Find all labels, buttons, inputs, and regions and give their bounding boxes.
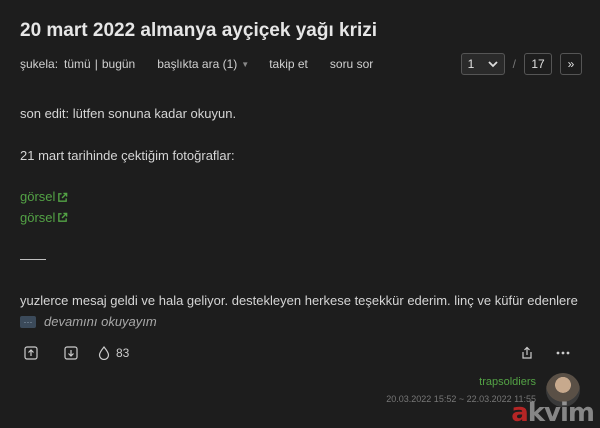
search-in-title-dropdown[interactable]: başlıkta ara (1) ▼ (157, 57, 249, 71)
favorite-button[interactable]: 83 (98, 346, 129, 360)
akvim-watermark-logo: akvim (511, 398, 595, 428)
topic-subnav: şukela: tümü | bugün başlıkta ara (1) ▼ t… (20, 57, 373, 71)
more-options-button[interactable] (556, 346, 570, 360)
image-link[interactable]: görsel (20, 187, 68, 208)
filter-all-link[interactable]: tümü (64, 57, 91, 71)
caret-down-icon: ▼ (241, 60, 250, 70)
search-in-title-label: başlıkta ara (1) (157, 57, 238, 71)
page-select[interactable]: 1 (460, 53, 505, 75)
entry-line: yuzlerce mesaj geldi ve hala geliyor. de… (20, 292, 578, 308)
favorite-count: 83 (116, 346, 130, 360)
image-link-label: görsel (20, 209, 56, 225)
drop-icon (98, 346, 110, 360)
topic-title[interactable]: 20 mart 2022 almanya ayçiçek yağı krizi (20, 20, 377, 42)
ask-question-link[interactable]: soru sor (330, 57, 373, 71)
filter-separator: | (94, 57, 98, 71)
entry-actions: 83 (24, 346, 129, 360)
entry-right-actions (520, 346, 570, 360)
arrow-down-icon (64, 346, 78, 360)
share-button[interactable] (520, 346, 534, 360)
downvote-button[interactable] (64, 346, 78, 360)
follow-link[interactable]: takip et (269, 57, 308, 71)
read-more-link[interactable]: ··· devamını okuyayım (20, 314, 157, 329)
read-more-label: devamını okuyayım (44, 314, 157, 329)
expand-icon: ··· (20, 315, 36, 328)
pager: 1 / 17 » (460, 53, 582, 75)
sukela-label: şukela: (20, 57, 59, 71)
pager-slash: / (512, 57, 516, 71)
arrow-up-icon (24, 346, 38, 360)
page-current: 1 (467, 57, 475, 71)
entry-dash: —— (20, 251, 46, 266)
entry-line: son edit: lütfen sonuna kadar okuyun. (20, 106, 237, 121)
external-link-icon (58, 212, 68, 223)
image-link[interactable]: görsel (20, 208, 68, 229)
entry-content: son edit: lütfen sonuna kadar okuyun. 21… (20, 104, 580, 311)
share-icon (522, 346, 532, 359)
filter-today-link[interactable]: bugün (102, 57, 135, 71)
page-total-button[interactable]: 17 (524, 53, 552, 75)
chevron-down-icon (488, 61, 498, 68)
more-icon (556, 351, 570, 355)
next-page-button[interactable]: » (560, 53, 582, 75)
upvote-button[interactable] (24, 346, 38, 360)
author-link[interactable]: trapsoldiers (479, 376, 536, 388)
image-link-label: görsel (20, 189, 56, 204)
entry-line: 21 mart tarihinde çektiğim fotoğraflar: (20, 147, 235, 163)
external-link-icon (58, 192, 68, 202)
